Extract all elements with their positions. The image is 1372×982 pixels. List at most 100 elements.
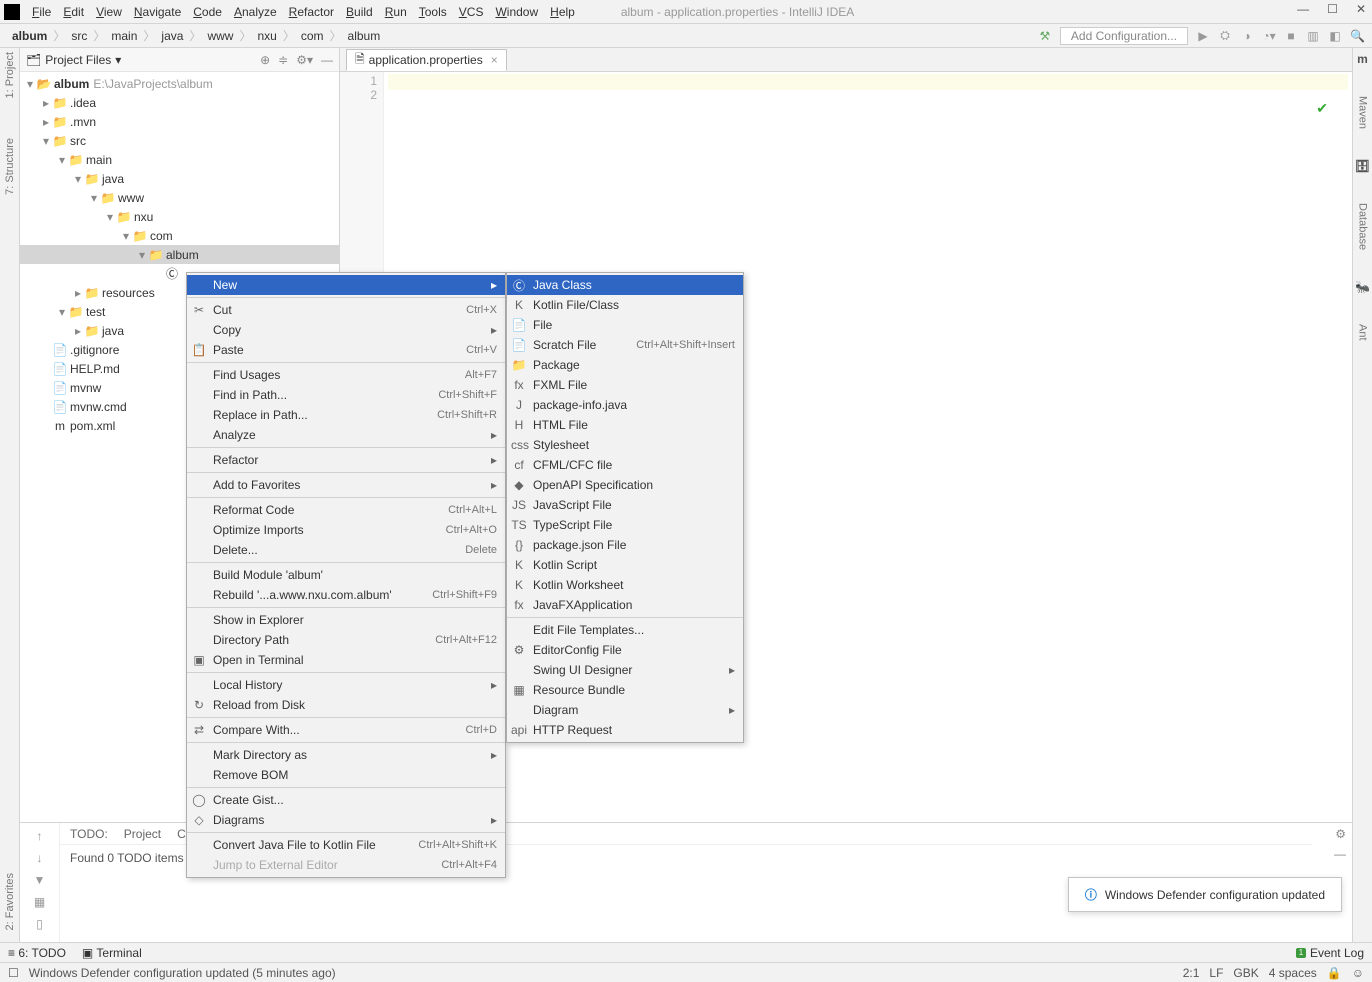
profile-icon[interactable]: ◔▾ <box>1262 29 1276 43</box>
menu-item[interactable]: Convert Java File to Kotlin FileCtrl+Alt… <box>187 835 505 855</box>
menu-item[interactable]: KKotlin Script <box>507 555 743 575</box>
tree-row[interactable]: ▾📁www <box>20 188 339 207</box>
menu-item[interactable]: Edit File Templates... <box>507 620 743 640</box>
menu-item[interactable]: Rebuild '...a.www.nxu.com.album'Ctrl+Shi… <box>187 585 505 605</box>
menu-vcs[interactable]: VCS <box>453 5 490 19</box>
menu-item[interactable]: Show in Explorer <box>187 610 505 630</box>
indent-setting[interactable]: 4 spaces <box>1269 966 1317 980</box>
menu-item[interactable]: Replace in Path...Ctrl+Shift+R <box>187 405 505 425</box>
new-submenu[interactable]: ⒸJava ClassKKotlin File/Class📄File📄Scrat… <box>506 272 744 743</box>
group-icon[interactable]: ▦ <box>34 895 45 909</box>
ant-tool-button[interactable]: Ant <box>1357 324 1369 341</box>
menu-navigate[interactable]: Navigate <box>128 5 187 19</box>
todo-tool-button[interactable]: ≡ 6: TODO <box>8 946 66 960</box>
stop-icon[interactable]: ■ <box>1284 29 1298 43</box>
menu-item[interactable]: ✂CutCtrl+X <box>187 300 505 320</box>
arrow-down-icon[interactable]: ↓ <box>37 851 43 865</box>
project-tool-button[interactable]: 1: Project <box>4 52 16 98</box>
coverage-icon[interactable]: ◑ <box>1240 29 1254 43</box>
menu-item[interactable]: fxJavaFXApplication <box>507 595 743 615</box>
crumb[interactable]: album <box>8 29 51 43</box>
select-target-icon[interactable]: ◧ <box>1328 29 1342 43</box>
menu-item[interactable]: Refactor▸ <box>187 450 505 470</box>
maven-tool-button[interactable]: Maven <box>1357 96 1369 129</box>
add-configuration-button[interactable]: Add Configuration... <box>1060 27 1188 45</box>
tree-row[interactable]: ▾📁java <box>20 169 339 188</box>
menu-item[interactable]: KKotlin File/Class <box>507 295 743 315</box>
menu-item[interactable]: ▦Resource Bundle <box>507 680 743 700</box>
lock-icon[interactable]: 🔒 <box>1327 966 1342 980</box>
tree-row[interactable]: ▾📁com <box>20 226 339 245</box>
hide-icon[interactable]: — <box>1334 847 1346 861</box>
crumb[interactable]: album <box>344 29 385 43</box>
filter-icon[interactable]: ▼ <box>34 873 46 887</box>
menu-item[interactable]: cssStylesheet <box>507 435 743 455</box>
tree-row[interactable]: ▾📁album <box>20 245 339 264</box>
menu-item[interactable]: fxFXML File <box>507 375 743 395</box>
menu-item[interactable]: New▸ <box>187 275 505 295</box>
menu-item[interactable]: Diagram▸ <box>507 700 743 720</box>
menu-file[interactable]: File <box>26 5 57 19</box>
minimize-icon[interactable]: — <box>1297 2 1309 16</box>
menu-item[interactable]: Remove BOM <box>187 765 505 785</box>
crumb[interactable]: www <box>203 29 237 43</box>
menu-item[interactable]: Directory PathCtrl+Alt+F12 <box>187 630 505 650</box>
layout-icon[interactable]: ▥ <box>1306 29 1320 43</box>
menu-edit[interactable]: Edit <box>57 5 90 19</box>
menu-code[interactable]: Code <box>187 5 228 19</box>
menu-item[interactable]: Jump to External EditorCtrl+Alt+F4 <box>187 855 505 875</box>
menu-item[interactable]: Optimize ImportsCtrl+Alt+O <box>187 520 505 540</box>
crumb[interactable]: main <box>107 29 141 43</box>
menu-build[interactable]: Build <box>340 5 379 19</box>
menu-run[interactable]: Run <box>379 5 413 19</box>
menu-item[interactable]: TSTypeScript File <box>507 515 743 535</box>
tree-root[interactable]: ▾📂albumE:\JavaProjects\album <box>20 74 339 93</box>
maven-icon[interactable]: m <box>1357 52 1368 66</box>
crumb[interactable]: com <box>297 29 328 43</box>
menu-help[interactable]: Help <box>544 5 581 19</box>
menu-item[interactable]: {}package.json File <box>507 535 743 555</box>
hammer-icon[interactable]: ⚒ <box>1038 29 1052 43</box>
settings-icon[interactable]: ⚙▾ <box>296 53 313 67</box>
menu-item[interactable]: 📁Package <box>507 355 743 375</box>
toolwindows-icon[interactable]: ☐ <box>8 966 19 980</box>
expand-all-icon[interactable]: ≑ <box>278 53 288 67</box>
editor-tab[interactable]: 🗎 application.properties × <box>346 49 507 71</box>
menu-item[interactable]: KKotlin Worksheet <box>507 575 743 595</box>
menu-item[interactable]: Analyze▸ <box>187 425 505 445</box>
menu-refactor[interactable]: Refactor <box>283 5 340 19</box>
menu-item[interactable]: JSJavaScript File <box>507 495 743 515</box>
menu-item[interactable]: apiHTTP Request <box>507 720 743 740</box>
menu-item[interactable]: ↻Reload from Disk <box>187 695 505 715</box>
menu-item[interactable]: HHTML File <box>507 415 743 435</box>
menu-item[interactable]: Mark Directory as▸ <box>187 745 505 765</box>
menu-item[interactable]: Reformat CodeCtrl+Alt+L <box>187 500 505 520</box>
menu-item[interactable]: ▣Open in Terminal <box>187 650 505 670</box>
menu-item[interactable]: Build Module 'album' <box>187 565 505 585</box>
menu-item[interactable]: ⇄Compare With...Ctrl+D <box>187 720 505 740</box>
crumb[interactable]: java <box>157 29 187 43</box>
settings-icon[interactable]: ⚙ <box>1335 827 1346 841</box>
menu-item[interactable]: cfCFML/CFC file <box>507 455 743 475</box>
close-icon[interactable]: ✕ <box>1356 2 1366 16</box>
database-icon[interactable]: 🗄 <box>1355 159 1370 173</box>
structure-tool-button[interactable]: 7: Structure <box>4 138 16 195</box>
menu-item[interactable]: ◯Create Gist... <box>187 790 505 810</box>
tab-close-icon[interactable]: × <box>491 53 498 67</box>
preview-icon[interactable]: ▯ <box>36 917 43 931</box>
menu-item[interactable]: Jpackage-info.java <box>507 395 743 415</box>
menu-view[interactable]: View <box>90 5 128 19</box>
favorites-tool-button[interactable]: 2: Favorites <box>0 862 20 942</box>
tree-row[interactable]: ▸📁.mvn <box>20 112 339 131</box>
menu-item[interactable]: Copy▸ <box>187 320 505 340</box>
todo-tab-project[interactable]: Project <box>124 827 161 841</box>
menu-item[interactable]: Swing UI Designer▸ <box>507 660 743 680</box>
menu-tools[interactable]: Tools <box>413 5 453 19</box>
menu-item[interactable]: 📄File <box>507 315 743 335</box>
context-menu[interactable]: New▸✂CutCtrl+XCopy▸📋PasteCtrl+VFind Usag… <box>186 272 506 878</box>
tree-row[interactable]: ▾📁src <box>20 131 339 150</box>
menu-item[interactable]: ⚙EditorConfig File <box>507 640 743 660</box>
locate-icon[interactable]: ⊕ <box>260 53 270 67</box>
menu-item[interactable]: Delete...Delete <box>187 540 505 560</box>
menu-item[interactable]: 📄Scratch FileCtrl+Alt+Shift+Insert <box>507 335 743 355</box>
